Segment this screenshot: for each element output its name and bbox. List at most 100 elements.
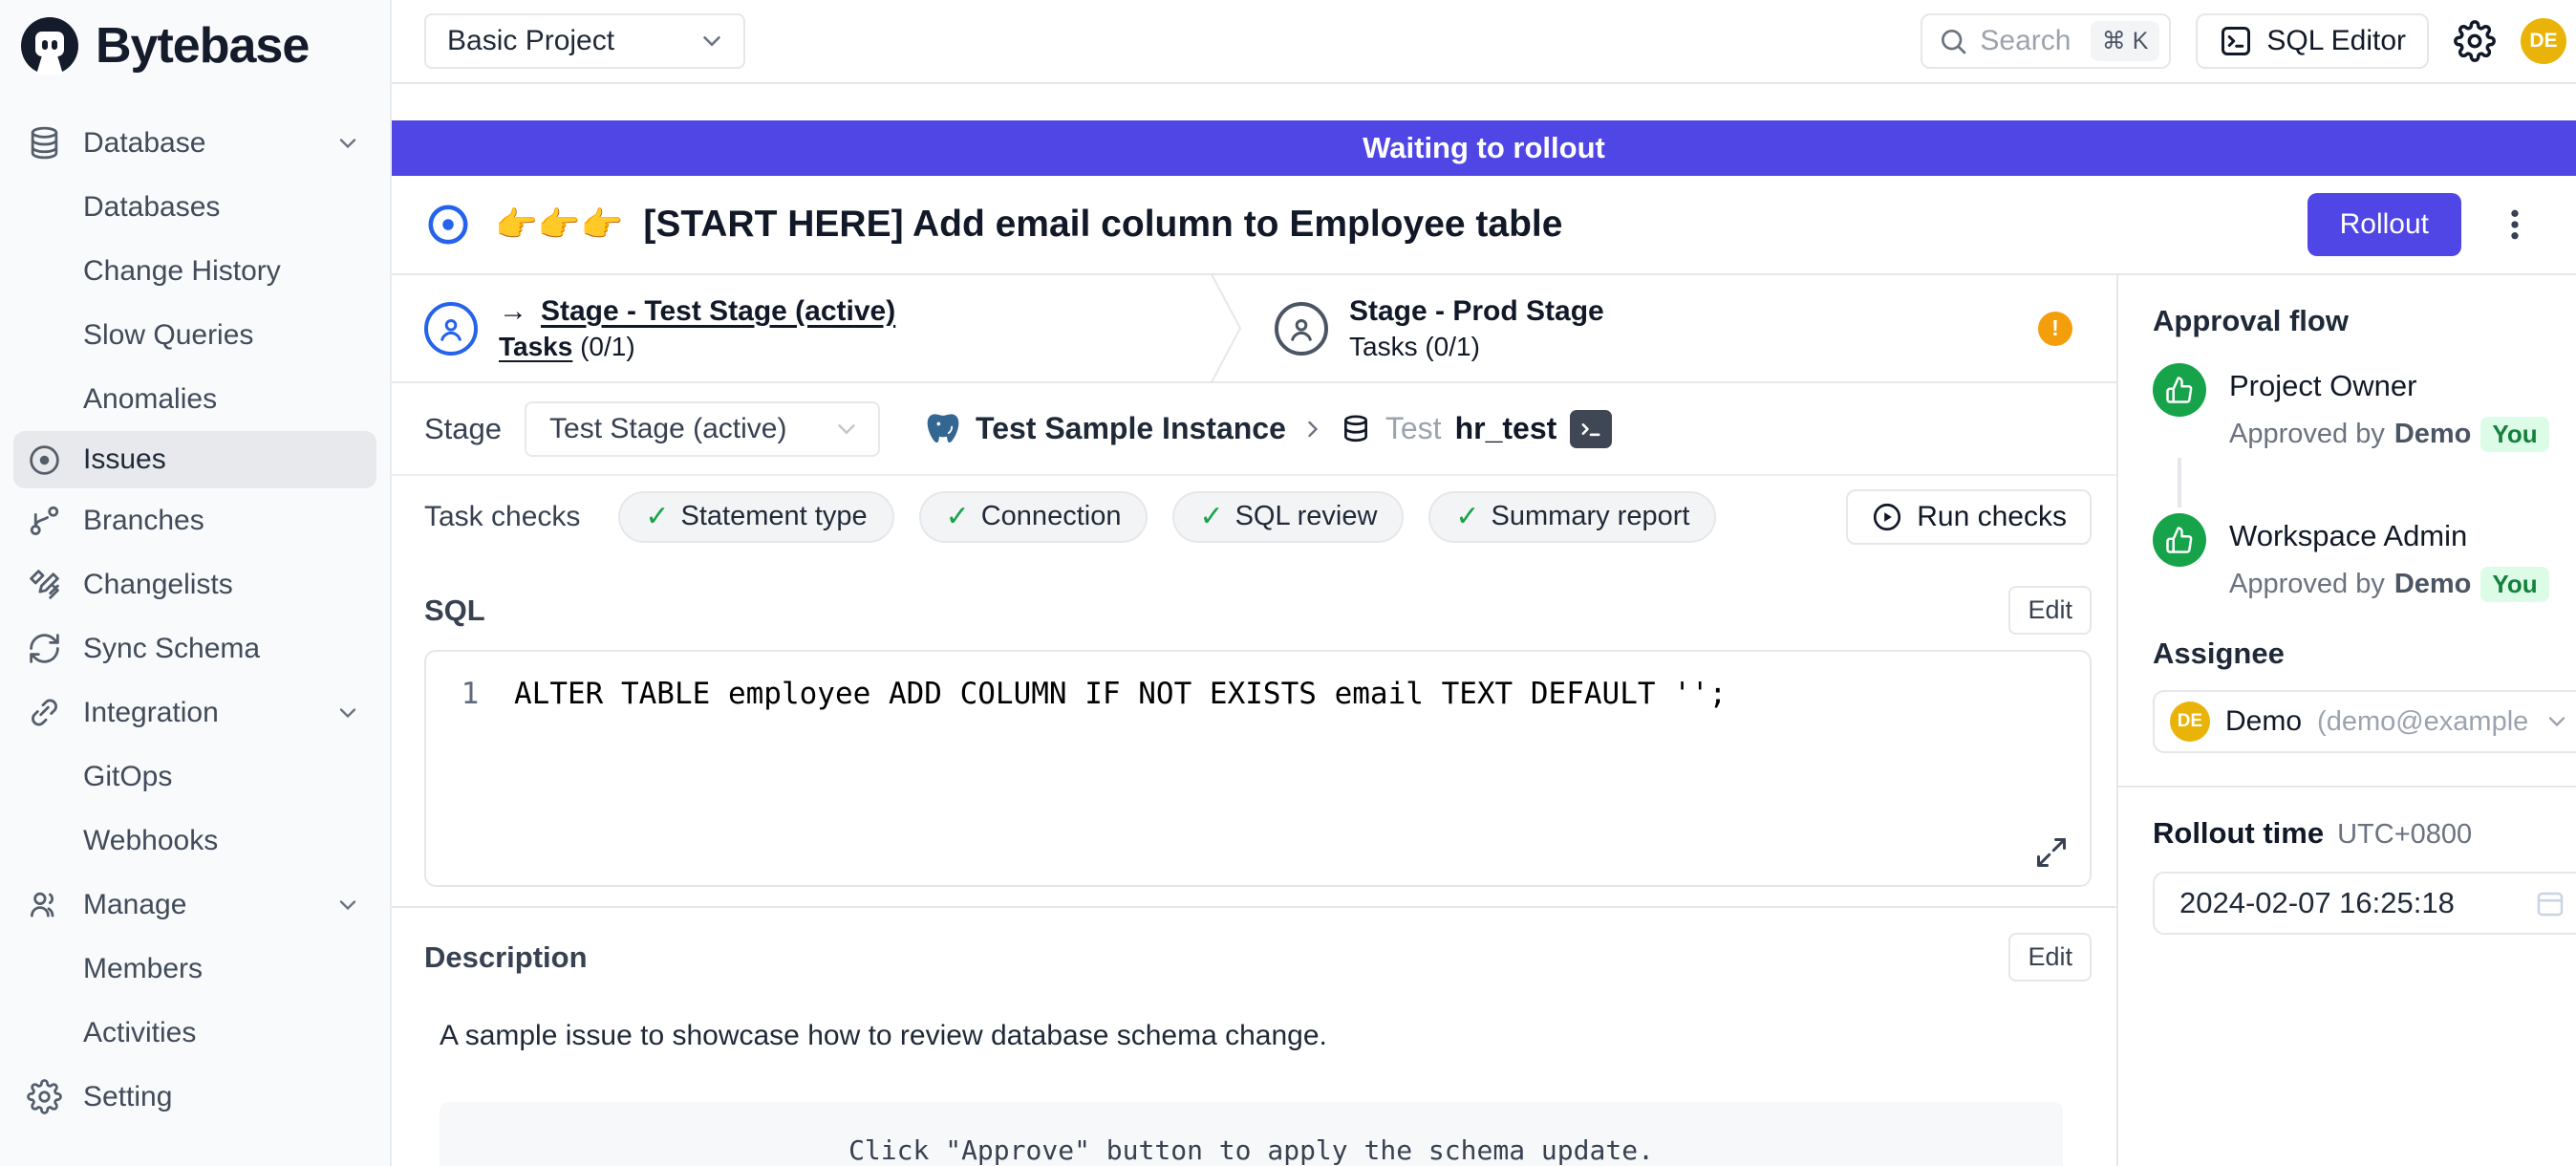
sidebar-item-integration[interactable]: Integration [0, 680, 390, 745]
check-connection[interactable]: ✓ Connection [919, 491, 1148, 543]
project-selector[interactable]: Basic Project [424, 13, 745, 69]
task-checks-label: Task checks [424, 501, 580, 533]
link-icon [27, 695, 62, 730]
approval-role: Workspace Admin [2229, 513, 2549, 553]
rollout-time-value: 2024-02-07 16:25:18 [2179, 886, 2534, 920]
sidebar-item-sync-schema[interactable]: Sync Schema [0, 616, 390, 680]
sidebar-item-slow-queries[interactable]: Slow Queries [0, 303, 390, 367]
search-placeholder: Search [1980, 25, 2078, 57]
check-icon: ✓ [1199, 500, 1223, 533]
stage-tabs: → Stage - Test Stage (active) Tasks (0/1… [392, 275, 2116, 383]
description-heading: Description [424, 940, 588, 975]
check-icon: ✓ [946, 500, 970, 533]
sidebar-item-members[interactable]: Members [0, 937, 390, 1001]
approval-role: Project Owner [2229, 363, 2549, 403]
issue-status-icon [426, 203, 470, 247]
description-text: A sample issue to showcase how to review… [424, 1020, 2092, 1052]
stage-person-icon [1275, 302, 1328, 356]
sql-heading: SQL [424, 594, 485, 628]
play-circle-icon [1871, 501, 1903, 533]
chevron-down-icon [832, 415, 861, 443]
expand-fullscreen-icon[interactable] [2034, 835, 2069, 870]
database-icon [27, 125, 62, 161]
sidebar-item-setting[interactable]: Setting [0, 1065, 390, 1129]
terminal-icon [2219, 24, 2253, 58]
sql-editor-button[interactable]: SQL Editor [2196, 13, 2429, 69]
check-icon: ✓ [645, 500, 669, 533]
calendar-icon [2534, 887, 2566, 919]
pointing-emoji: 👉👉👉 [495, 205, 623, 244]
project-selector-value: Basic Project [447, 25, 688, 57]
check-sql-review[interactable]: ✓ SQL review [1172, 491, 1404, 543]
sidebar: Bytebase Database Databases Change Histo… [0, 0, 392, 1166]
issue-title-row: 👉👉👉 [START HERE] Add email column to Emp… [392, 176, 2576, 275]
run-checks-button[interactable]: Run checks [1846, 489, 2092, 545]
sync-refresh-icon [27, 631, 62, 666]
assignee-heading: Assignee [2153, 637, 2576, 671]
sidebar-item-activities[interactable]: Activities [0, 1001, 390, 1065]
users-icon [27, 887, 62, 922]
brand-name: Bytebase [96, 17, 309, 75]
sidebar-item-manage[interactable]: Manage [0, 873, 390, 937]
issue-title-text: [START HERE] Add email column to Employe… [643, 204, 1562, 245]
chevron-down-icon [334, 700, 361, 726]
sql-edit-button[interactable]: Edit [2008, 586, 2092, 635]
current-stage-title: Stage - Test Stage (active) [541, 295, 895, 328]
stage-select[interactable]: Test Stage (active) [525, 401, 880, 457]
sidebar-item-database[interactable]: Database [0, 111, 390, 175]
sidebar-item-changelists[interactable]: Changelists [0, 552, 390, 616]
approval-connector [2178, 458, 2181, 507]
topbar: Basic Project Search ⌘ K SQL Editor DE [392, 0, 2576, 84]
bytebase-mascot-icon [19, 15, 80, 76]
sql-statement: ALTER TABLE employee ADD COLUMN IF NOT E… [514, 677, 1727, 711]
assignee-email: (demo@example [2317, 706, 2528, 738]
search-input[interactable]: Search ⌘ K [1921, 13, 2171, 69]
chevron-right-icon [1299, 416, 1326, 443]
chevron-down-icon [698, 27, 726, 55]
current-stage-arrow: → [499, 295, 527, 328]
issue-main-column: → Stage - Test Stage (active) Tasks (0/1… [392, 275, 2116, 1166]
database-icon [1340, 413, 1372, 445]
prod-stage-title: Stage - Prod Stage [1349, 295, 1604, 328]
rollout-button[interactable]: Rollout [2308, 193, 2461, 256]
sidebar-item-issues[interactable]: Issues [13, 431, 376, 488]
sidebar-item-branches[interactable]: Branches [0, 488, 390, 552]
brand-logo[interactable]: Bytebase [0, 0, 390, 86]
prod-stage-tasks: Tasks (0/1) [1349, 332, 1480, 361]
bytebase-app: Bytebase Database Databases Change Histo… [0, 0, 2576, 1166]
you-badge: You [2480, 417, 2548, 452]
sidebar-item-anomalies[interactable]: Anomalies [0, 367, 390, 431]
instance-link[interactable]: Test Sample Instance [976, 411, 1286, 446]
check-statement-type[interactable]: ✓ Statement type [618, 491, 893, 543]
assignee-select[interactable]: DE Demo (demo@example [2153, 690, 2576, 753]
stage-tab-prod[interactable]: Stage - Prod Stage Tasks (0/1) [1275, 295, 1604, 362]
check-summary-report[interactable]: ✓ Summary report [1428, 491, 1716, 543]
description-edit-button[interactable]: Edit [2008, 933, 2092, 982]
stage-warning-badge: ! [2038, 312, 2072, 346]
approval-flow-heading: Approval flow [2153, 304, 2576, 338]
approver-name: Demo [2394, 419, 2472, 450]
more-actions-icon[interactable] [2496, 203, 2534, 247]
status-banner: Waiting to rollout [392, 120, 2576, 176]
main-area: Basic Project Search ⌘ K SQL Editor DE W… [392, 0, 2576, 1166]
user-avatar[interactable]: DE [2521, 18, 2566, 64]
sidebar-item-label: Database [83, 127, 313, 160]
environment-label: Test [1385, 411, 1442, 446]
rollout-time-input[interactable]: 2024-02-07 16:25:18 [2153, 872, 2576, 935]
sidebar-item-gitops[interactable]: GitOps [0, 745, 390, 809]
circle-dot-icon [27, 443, 62, 478]
issue-side-panel: Approval flow Project Owner Approved by … [2116, 275, 2576, 1166]
sidebar-item-change-history[interactable]: Change History [0, 239, 390, 303]
postgresql-icon [924, 410, 962, 448]
open-in-sql-editor-icon[interactable] [1570, 410, 1612, 448]
sidebar-item-webhooks[interactable]: Webhooks [0, 809, 390, 873]
rollout-time-label: Rollout time [2153, 816, 2324, 851]
settings-gear-icon[interactable] [2454, 20, 2496, 62]
stage-tab-test[interactable]: → Stage - Test Stage (active) Tasks (0/1… [392, 295, 1204, 362]
you-badge: You [2480, 567, 2548, 602]
database-link[interactable]: hr_test [1455, 411, 1557, 446]
current-stage-tasks-link[interactable]: Tasks [499, 332, 572, 361]
assignee-avatar: DE [2170, 702, 2210, 742]
thumbs-up-icon [2153, 513, 2206, 567]
sidebar-item-databases[interactable]: Databases [0, 175, 390, 239]
